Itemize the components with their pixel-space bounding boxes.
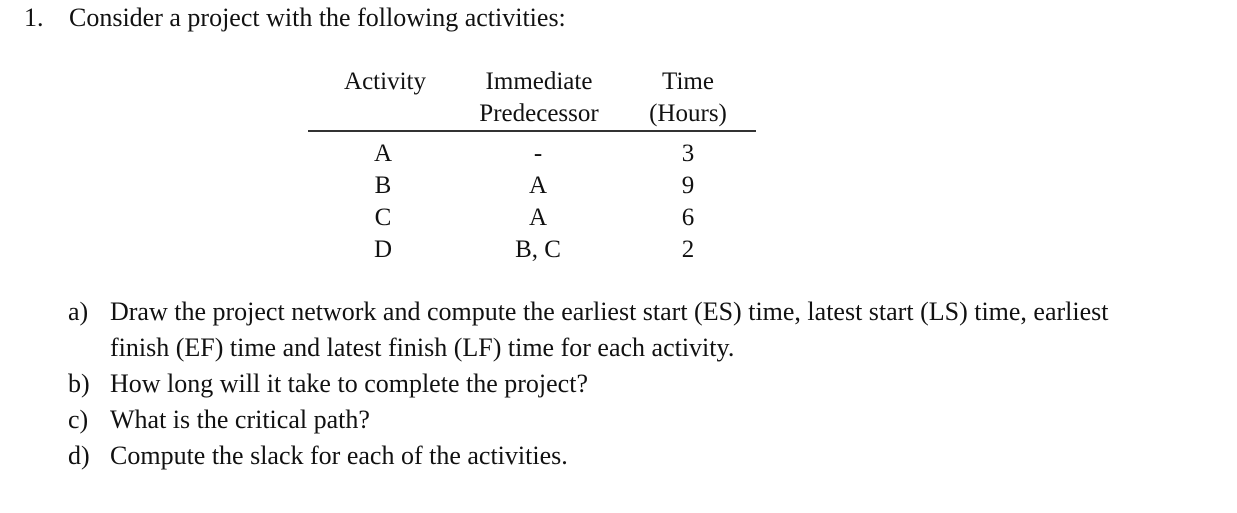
cell-time: 2 <box>681 236 695 263</box>
header-time: Time (Hours) <box>638 66 738 130</box>
sub-question-label: c) <box>68 405 89 434</box>
question-heading: 1. Consider a project with the following … <box>24 2 566 34</box>
header-activity: Activity <box>344 68 426 95</box>
cell-time: 6 <box>681 204 695 231</box>
sub-question-text: What is the critical path? <box>110 405 370 434</box>
table-header: Activity Immediate Predecessor Time (Hou… <box>308 66 756 130</box>
sub-question-text: How long will it take to complete the pr… <box>110 369 588 398</box>
sub-question-c: c) What is the critical path? <box>68 402 1168 438</box>
sub-question-text: Compute the slack for each of the activi… <box>110 441 568 470</box>
cell-predecessor: B, C <box>515 236 561 263</box>
question-prompt: Consider a project with the following ac… <box>69 3 566 32</box>
table-body: A - 3 B A 9 C A 6 D B, C 2 <box>308 138 756 266</box>
cell-activity: A <box>373 140 393 167</box>
cell-predecessor: A <box>528 172 548 199</box>
sub-question-label: a) <box>68 297 89 326</box>
header-predecessor-line1: Immediate <box>485 68 593 95</box>
cell-time: 9 <box>681 172 695 199</box>
cell-activity: B <box>374 172 392 199</box>
table-row: A - 3 <box>308 138 756 170</box>
activity-table: Activity Immediate Predecessor Time (Hou… <box>308 66 756 263</box>
table-row: C A 6 <box>308 202 756 234</box>
sub-questions: a) Draw the project network and compute … <box>68 294 1168 474</box>
table-row: B A 9 <box>308 170 756 202</box>
header-rule <box>308 130 756 132</box>
sub-question-label: d) <box>68 441 90 470</box>
cell-time: 3 <box>681 140 695 167</box>
cell-predecessor: - <box>533 140 543 167</box>
header-time-line1: Time <box>662 68 714 95</box>
sub-question-d: d) Compute the slack for each of the act… <box>68 438 1168 474</box>
sub-question-b: b) How long will it take to complete the… <box>68 366 1168 402</box>
sub-question-label: b) <box>68 369 90 398</box>
cell-activity: D <box>373 236 393 263</box>
question-number: 1. <box>24 3 44 32</box>
header-predecessor: Immediate Predecessor <box>466 66 612 130</box>
header-time-line2: (Hours) <box>649 100 727 127</box>
table-row: D B, C 2 <box>308 234 756 266</box>
sub-question-a: a) Draw the project network and compute … <box>68 294 1168 366</box>
cell-activity: C <box>374 204 392 231</box>
sub-question-text: Draw the project network and compute the… <box>110 297 1109 362</box>
cell-predecessor: A <box>528 204 548 231</box>
header-predecessor-line2: Predecessor <box>479 100 599 127</box>
